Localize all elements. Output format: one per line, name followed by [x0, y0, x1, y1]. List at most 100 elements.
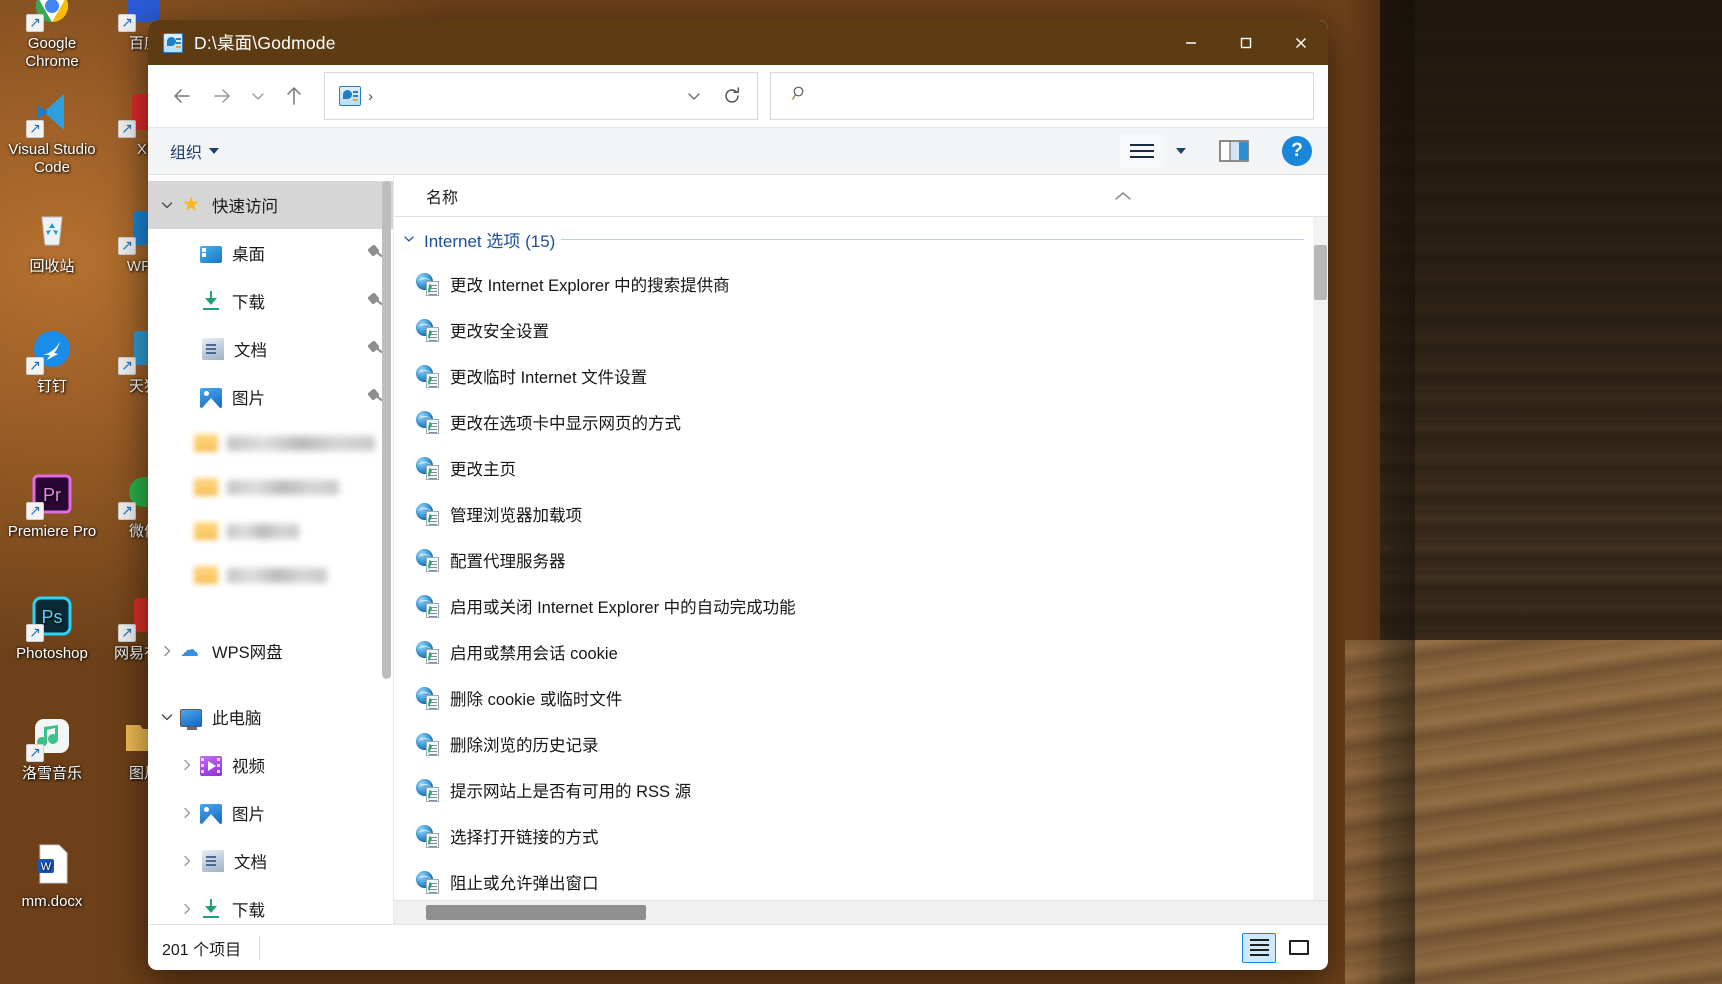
file-list-item[interactable]: 更改 Internet Explorer 中的搜索提供商 [394, 261, 1328, 307]
file-name: 提示网站上是否有可用的 RSS 源 [450, 778, 691, 802]
control-panel-icon [163, 33, 183, 53]
sidebar-group-label: 此电脑 [212, 705, 262, 729]
sidebar-item-redacted[interactable] [148, 465, 393, 509]
sidebar-item-redacted[interactable] [148, 509, 393, 553]
sidebar-item-documents[interactable]: 文档 [148, 325, 393, 373]
pin-icon[interactable] [367, 389, 383, 405]
horizontal-scrollbar[interactable] [394, 900, 1328, 924]
desktop-icon-lxmusic[interactable]: ↗ 洛雪音乐 [0, 712, 104, 783]
file-list-item[interactable]: 更改安全设置 [394, 307, 1328, 353]
address-bar[interactable]: › [324, 72, 758, 120]
internet-options-icon [416, 411, 439, 434]
sidebar-item-videos[interactable]: 视频 [148, 741, 393, 789]
desktop-icon-premiere[interactable]: Pr ↗ Premiere Pro [0, 470, 104, 541]
file-name: 更改在选项卡中显示网页的方式 [450, 410, 681, 434]
shortcut-overlay-icon: ↗ [26, 120, 44, 138]
file-explorer-window: D:\桌面\Godmode › [148, 20, 1328, 970]
chevron-down-icon[interactable] [675, 73, 713, 119]
downloads-icon [200, 290, 222, 312]
file-list-item[interactable]: 更改在选项卡中显示网页的方式 [394, 399, 1328, 445]
sidebar-item-label: 下载 [232, 897, 265, 921]
file-list-item[interactable]: 阻止或允许弹出窗口 [394, 859, 1328, 900]
details-view-icon[interactable] [1242, 933, 1276, 963]
search-input[interactable] [817, 88, 1303, 105]
sidebar-group-label: WPS网盘 [212, 639, 283, 663]
file-list-item[interactable]: 更改主页 [394, 445, 1328, 491]
sidebar-group-wps-cloud[interactable]: ☁ WPS网盘 [148, 627, 393, 675]
chevron-down-icon[interactable] [154, 709, 180, 725]
sidebar-item-pictures[interactable]: 图片 [148, 373, 393, 421]
premiere-icon: Pr ↗ [28, 470, 76, 518]
recent-locations-icon[interactable] [242, 76, 274, 116]
column-header-name[interactable]: 名称 [426, 184, 458, 208]
desktop-icon-recycle-bin[interactable]: 回收站 [0, 205, 104, 276]
shortcut-overlay-icon: ↗ [118, 14, 136, 32]
file-list-area[interactable]: Internet 选项 (15) 更改 Internet Explorer 中的… [394, 217, 1328, 900]
pin-icon[interactable] [367, 245, 383, 261]
sidebar-item-desktop[interactable]: 桌面 [148, 229, 393, 277]
file-name: 删除 cookie 或临时文件 [450, 686, 622, 710]
desktop-icon-chrome[interactable]: ↗ Google Chrome [0, 0, 104, 71]
file-list-item[interactable]: 启用或关闭 Internet Explorer 中的自动完成功能 [394, 583, 1328, 629]
sidebar-group-this-pc[interactable]: 此电脑 [148, 693, 393, 741]
large-icons-view-icon[interactable] [1282, 933, 1316, 963]
sidebar-item-downloads[interactable]: 下载 [148, 277, 393, 325]
vertical-scrollbar-thumb[interactable] [1314, 245, 1327, 300]
file-list-item[interactable]: 选择打开链接的方式 [394, 813, 1328, 859]
pin-icon[interactable] [367, 341, 383, 357]
shortcut-overlay-icon: ↗ [118, 357, 136, 375]
minimize-button[interactable] [1163, 20, 1218, 65]
view-options-caret-icon[interactable] [1168, 134, 1194, 168]
chevron-down-icon[interactable] [400, 232, 418, 246]
file-list-item[interactable]: 管理浏览器加载项 [394, 491, 1328, 537]
chevron-down-icon[interactable] [154, 197, 180, 213]
file-list-item[interactable]: 配置代理服务器 [394, 537, 1328, 583]
sidebar-scrollbar[interactable] [382, 181, 391, 679]
file-list-item[interactable]: 删除 cookie 或临时文件 [394, 675, 1328, 721]
maximize-button[interactable] [1218, 20, 1273, 65]
pin-icon[interactable] [367, 293, 383, 309]
desktop-icon-label: Visual Studio Code [8, 141, 95, 176]
desktop-icon-photoshop[interactable]: Ps ↗ Photoshop [0, 592, 104, 663]
chevron-right-icon[interactable] [174, 757, 200, 773]
sidebar-item-pictures-pc[interactable]: 图片 [148, 789, 393, 837]
documents-icon [202, 338, 224, 360]
desktop-icon-vscode[interactable]: ↗ Visual Studio Code [0, 88, 104, 177]
organize-menu-button[interactable]: 组织 [164, 135, 225, 167]
close-button[interactable] [1273, 20, 1328, 65]
refresh-icon[interactable] [713, 73, 751, 119]
shortcut-overlay-icon: ↗ [118, 237, 136, 255]
title-bar[interactable]: D:\桌面\Godmode [148, 20, 1328, 65]
sidebar-item-redacted[interactable] [148, 421, 393, 465]
view-list-icon[interactable] [1120, 134, 1164, 168]
vertical-scrollbar[interactable] [1313, 217, 1328, 900]
sidebar-group-label: 快速访问 [212, 193, 278, 217]
file-list-item[interactable]: 删除浏览的历史记录 [394, 721, 1328, 767]
chevron-right-icon[interactable] [154, 643, 180, 659]
file-list-item[interactable]: 提示网站上是否有可用的 RSS 源 [394, 767, 1328, 813]
desktop-icon-mm-docx[interactable]: W mm.docx [0, 840, 104, 911]
sidebar-group-quick-access[interactable]: ★ 快速访问 [148, 181, 393, 229]
forward-arrow-icon[interactable] [202, 76, 242, 116]
up-arrow-icon[interactable] [274, 76, 314, 116]
help-button[interactable]: ? [1282, 136, 1312, 166]
internet-options-icon [416, 549, 439, 572]
command-bar: 组织 ? [148, 128, 1328, 175]
horizontal-scrollbar-thumb[interactable] [426, 905, 646, 920]
chevron-right-icon[interactable] [174, 901, 200, 917]
file-list-item[interactable]: 启用或禁用会话 cookie [394, 629, 1328, 675]
preview-pane-icon[interactable] [1212, 134, 1256, 168]
file-list-item[interactable]: 更改临时 Internet 文件设置 [394, 353, 1328, 399]
group-header[interactable]: Internet 选项 (15) [394, 217, 1328, 261]
sidebar-item-downloads-pc[interactable]: 下载 [148, 885, 393, 924]
sidebar-item-redacted[interactable] [148, 553, 393, 597]
sidebar-item-label: 下载 [232, 289, 265, 313]
chevron-right-icon[interactable] [174, 805, 200, 821]
sidebar-item-documents-pc[interactable]: 文档 [148, 837, 393, 885]
search-box[interactable] [770, 72, 1314, 120]
back-arrow-icon[interactable] [162, 76, 202, 116]
item-count-label: 201 个项目 [162, 936, 241, 960]
downloads-icon [200, 898, 222, 920]
chevron-right-icon[interactable] [174, 853, 200, 869]
desktop-icon-dingtalk[interactable]: ↗ 钉钉 [0, 325, 104, 396]
